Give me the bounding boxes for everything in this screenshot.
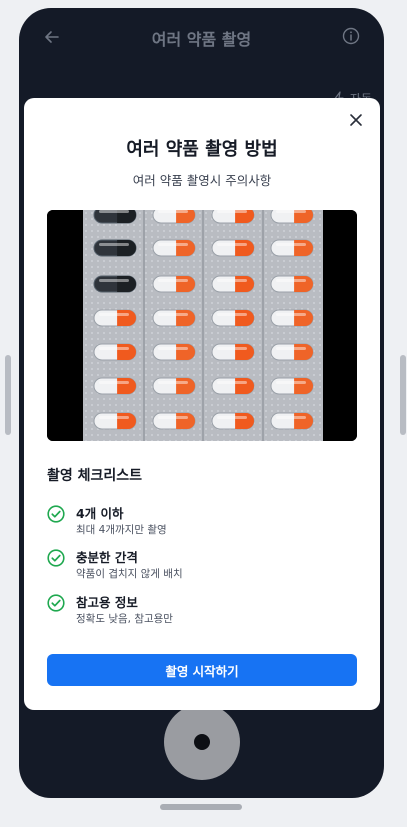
capsule: [93, 377, 137, 395]
check-circle-icon: [47, 594, 65, 612]
checklist-item-desc: 약품이 겹치지 않게 배치: [76, 568, 183, 580]
capsule: [211, 239, 255, 257]
capsule: [211, 309, 255, 327]
capsule: [152, 210, 196, 224]
capsule: [93, 239, 137, 257]
capsule: [270, 309, 314, 327]
capsule: [211, 412, 255, 430]
checklist-item: 4개 이하 최대 4개까지만 촬영: [47, 502, 347, 536]
capsule: [270, 377, 314, 395]
device-side-button-right: [400, 355, 406, 435]
capsule: [270, 210, 314, 224]
capsule: [152, 275, 196, 293]
info-icon[interactable]: [342, 27, 360, 45]
capsule: [270, 343, 314, 361]
checklist-item-desc: 최대 4개까지만 촬영: [76, 524, 167, 536]
capsule: [152, 412, 196, 430]
capsule: [93, 343, 137, 361]
capsule: [211, 275, 255, 293]
checklist-item: 충분한 간격 약품이 겹치지 않게 배치: [47, 546, 347, 580]
checklist-item-title: 참고용 정보: [76, 595, 138, 610]
capsule: [211, 343, 255, 361]
page-title: 여러 약품 촬영: [151, 30, 252, 49]
checklist-title: 촬영 체크리스트: [47, 468, 143, 484]
shutter-dot: [194, 734, 210, 750]
check-circle-icon: [47, 549, 65, 567]
capsule: [270, 412, 314, 430]
capsule: [211, 377, 255, 395]
checklist-item-title: 충분한 간격: [76, 550, 138, 565]
device-side-button-left: [5, 355, 11, 435]
check-circle-icon: [47, 505, 65, 523]
start-capture-button[interactable]: 촬영 시작하기: [47, 654, 357, 686]
capsule: [152, 377, 196, 395]
capsule: [152, 239, 196, 257]
close-icon[interactable]: [348, 112, 364, 128]
capsule: [152, 343, 196, 361]
shutter-button[interactable]: [164, 704, 240, 780]
checklist-item-title: 4개 이하: [76, 506, 124, 521]
capsule: [93, 275, 137, 293]
capsule: [270, 275, 314, 293]
capsule: [93, 412, 137, 430]
checklist-item: 참고용 정보 정확도 낮음, 참고용만: [47, 591, 347, 625]
modal-subtitle: 여러 약품 촬영시 주의사항: [132, 173, 272, 188]
checklist-item-desc: 정확도 낮음, 참고용만: [76, 613, 173, 625]
capsule: [93, 309, 137, 327]
capsule: [270, 239, 314, 257]
capsule: [211, 210, 255, 224]
example-photo: [47, 210, 357, 441]
modal-title: 여러 약품 촬영 방법: [126, 139, 278, 160]
capsule: [152, 309, 196, 327]
app-header: 여러 약품 촬영: [19, 20, 384, 54]
guide-modal: 여러 약품 촬영 방법 여러 약품 촬영시 주의사항 촬영 체크리스트 4개 이…: [24, 98, 380, 710]
capsule: [93, 210, 137, 224]
home-indicator: [160, 804, 242, 810]
